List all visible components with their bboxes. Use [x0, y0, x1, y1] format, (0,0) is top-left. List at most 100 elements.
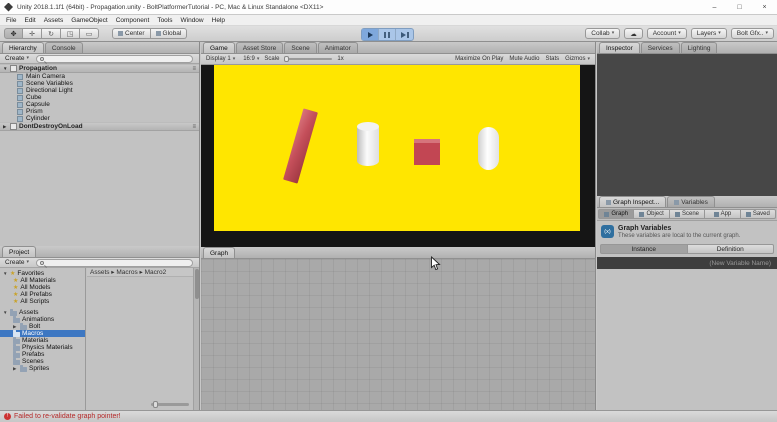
scope-saved-button[interactable]: Saved [741, 209, 776, 219]
layers-dropdown[interactable]: Layers▾ [691, 28, 727, 39]
scene-menu-icon[interactable]: ≡ [192, 124, 196, 130]
status-bar[interactable]: ! Failed to re-validate graph pointer! [0, 410, 777, 421]
menu-edit[interactable]: Edit [20, 15, 39, 26]
hierarchy-item-cube[interactable]: Cube [0, 94, 199, 101]
folder-scenes[interactable]: Scenes [0, 358, 85, 365]
menu-help[interactable]: Help [208, 15, 229, 26]
account-dropdown[interactable]: Account▾ [647, 28, 687, 39]
menu-component[interactable]: Component [112, 15, 154, 26]
tab-graph[interactable]: Graph [203, 247, 235, 258]
hierarchy-item-directional-light[interactable]: Directional Light [0, 87, 199, 94]
inspector-tabbar: Inspector Services Lighting [597, 42, 777, 54]
scope-graph-button[interactable]: Graph [598, 209, 634, 219]
favorite-all-scripts[interactable]: ★All Scripts [0, 298, 85, 305]
hierarchy-create-button[interactable]: Create▾ [2, 55, 32, 62]
folder-prefabs[interactable]: Prefabs [0, 351, 85, 358]
tab-services[interactable]: Services [641, 42, 680, 53]
menu-window[interactable]: Window [177, 15, 208, 26]
foldout-open-icon[interactable]: ▼ [3, 309, 8, 316]
hierarchy-search-input[interactable] [46, 56, 189, 62]
scope-app-button[interactable]: App [705, 209, 740, 219]
foldout-closed-icon[interactable]: ▶ [3, 124, 10, 130]
tab-scene[interactable]: Scene [284, 42, 316, 53]
scene-menu-icon[interactable]: ≡ [192, 66, 196, 72]
tab-inspector[interactable]: Inspector [599, 42, 640, 53]
layout-dropdown[interactable]: Bolt Gfx..▾ [731, 28, 774, 39]
scene-header-propagation[interactable]: ▼ Propagation ≡ [0, 64, 199, 73]
scale-slider[interactable] [284, 58, 332, 60]
tab-hierarchy[interactable]: Hierarchy [2, 42, 44, 53]
tab-animator[interactable]: Animator [318, 42, 358, 53]
space-toggle-button[interactable]: Global [151, 28, 188, 39]
definition-tab[interactable]: Definition [688, 244, 775, 254]
display-dropdown[interactable]: Display 1▾ [203, 54, 238, 65]
project-scrollbar[interactable] [193, 268, 199, 410]
move-tool-button[interactable]: ✛ [23, 28, 42, 39]
scene-header-dontdestroyonload[interactable]: ▶ DontDestroyOnLoad ≡ [0, 122, 199, 131]
tab-variables[interactable]: Variables [667, 196, 715, 207]
menu-assets[interactable]: Assets [40, 15, 68, 26]
menu-file[interactable]: File [2, 15, 20, 26]
menu-tools[interactable]: Tools [153, 15, 176, 26]
foldout-open-icon[interactable]: ▼ [3, 66, 10, 71]
cloud-button[interactable]: ☁ [624, 28, 643, 39]
hierarchy-item-cylinder[interactable]: Cylinder [0, 115, 199, 122]
collab-dropdown[interactable]: Collab▾ [585, 28, 620, 39]
favorite-all-prefabs[interactable]: ★All Prefabs [0, 291, 85, 298]
maximize-button[interactable]: □ [727, 0, 752, 14]
tab-project[interactable]: Project [2, 246, 36, 257]
new-variable-input[interactable] [603, 260, 771, 267]
tab-game[interactable]: Game [203, 42, 235, 53]
rotate-tool-button[interactable]: ↻ [42, 28, 61, 39]
folder-animations[interactable]: Animations [0, 316, 85, 323]
tab-asset-store[interactable]: Asset Store [236, 42, 284, 53]
hierarchy-item-prism[interactable]: Prism [0, 108, 199, 115]
pivot-toggle-button[interactable]: Center [112, 28, 151, 39]
play-button[interactable] [362, 29, 379, 40]
breadcrumb[interactable]: Assets ▸ Macros ▸ Macro2 [87, 268, 193, 277]
favorite-all-models[interactable]: ★All Models [0, 284, 85, 291]
tab-lighting[interactable]: Lighting [681, 42, 718, 53]
folder-sprites[interactable]: ▶Sprites [0, 365, 85, 372]
project-search-input[interactable] [46, 260, 189, 266]
minimize-button[interactable]: – [702, 0, 727, 14]
favorite-all-materials[interactable]: ★All Materials [0, 277, 85, 284]
project-search[interactable] [36, 259, 193, 267]
tab-console[interactable]: Console [45, 42, 83, 53]
scale-slider-knob[interactable] [284, 56, 289, 62]
thumbnail-size-slider[interactable] [151, 403, 189, 406]
slider-knob[interactable] [153, 401, 158, 408]
mute-audio-button[interactable]: Mute Audio [506, 54, 542, 65]
hand-tool-button[interactable]: ✥ [4, 28, 23, 39]
folder-materials[interactable]: Materials [0, 337, 85, 344]
gizmos-dropdown[interactable]: Gizmos▾ [562, 54, 593, 65]
pause-button[interactable] [379, 29, 396, 40]
folder-macros[interactable]: Macros [0, 330, 85, 337]
rect-tool-button[interactable]: ▭ [80, 28, 99, 39]
close-button[interactable]: × [752, 0, 777, 14]
foldout-closed-icon[interactable]: ▶ [13, 365, 18, 372]
stats-button[interactable]: Stats [542, 54, 562, 65]
hierarchy-search[interactable] [36, 55, 193, 63]
scale-tool-button[interactable]: ◳ [61, 28, 80, 39]
project-create-button[interactable]: Create▾ [2, 259, 32, 266]
foldout-open-icon[interactable]: ▼ [3, 270, 8, 277]
scope-scene-button[interactable]: Scene [670, 209, 705, 219]
folder-physics-materials[interactable]: Physics Materials [0, 344, 85, 351]
menu-gameobject[interactable]: GameObject [67, 15, 112, 26]
foldout-closed-icon[interactable]: ▶ [13, 323, 18, 330]
scrollbar-thumb[interactable] [195, 269, 199, 299]
tab-graph-inspector[interactable]: Graph Inspect... [599, 196, 666, 207]
step-button[interactable] [396, 29, 413, 40]
scope-object-button[interactable]: Object [634, 209, 669, 219]
graph-canvas[interactable] [201, 259, 595, 410]
folder-bolt[interactable]: ▶Bolt [0, 323, 85, 330]
maximize-on-play-button[interactable]: Maximize On Play [452, 54, 506, 65]
hierarchy-item-main-camera[interactable]: Main Camera [0, 73, 199, 80]
aspect-ratio-dropdown[interactable]: 16:9▾ [240, 54, 262, 65]
assets-root[interactable]: ▼Assets [0, 309, 85, 316]
favorites-root[interactable]: ▼★Favorites [0, 270, 85, 277]
hierarchy-item-scene-variables[interactable]: Scene Variables [0, 80, 199, 87]
instance-tab[interactable]: Instance [600, 244, 688, 254]
hierarchy-item-capsule[interactable]: Capsule [0, 101, 199, 108]
